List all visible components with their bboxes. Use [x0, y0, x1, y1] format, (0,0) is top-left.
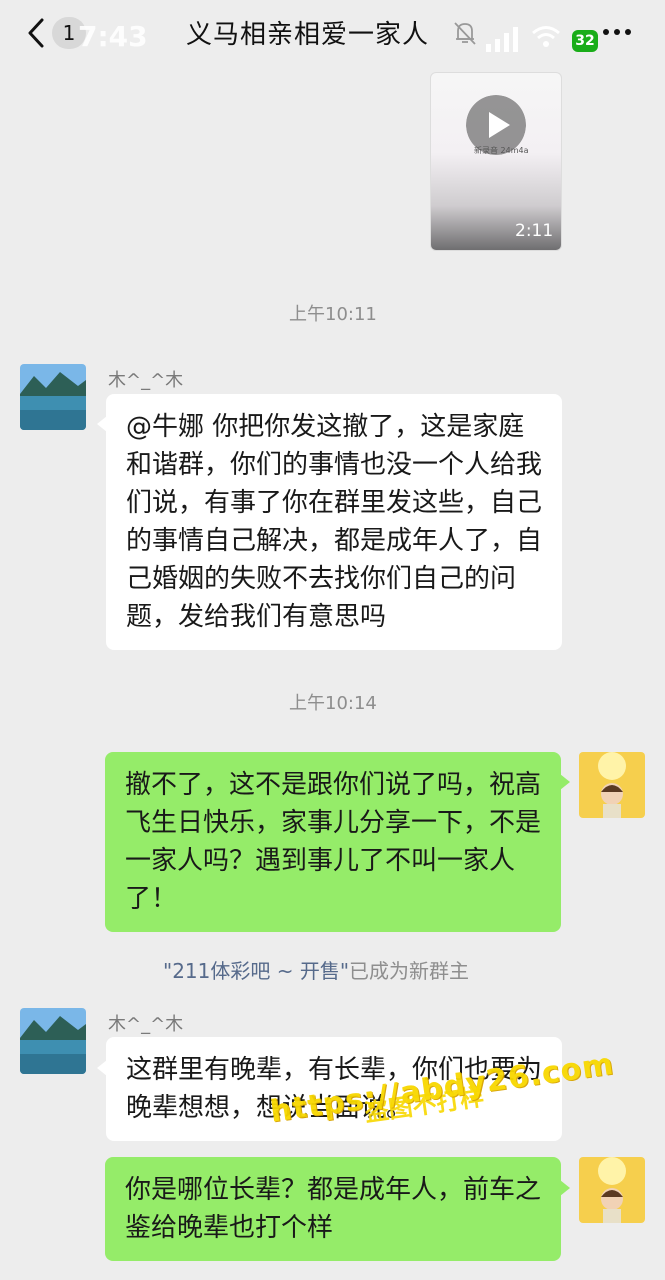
bubble-tail: [560, 1180, 570, 1196]
landscape-avatar-icon: [20, 364, 86, 430]
message-bubble[interactable]: @牛娜 你把你发这撤了，这是家庭和谐群，你们的事情也没一个人给我们说，有事了你在…: [106, 394, 562, 650]
message-bubble-self[interactable]: 撤不了，这不是跟你们说了吗，祝高飞生日快乐，家事儿分享一下，不是一家人吗？遇到事…: [105, 752, 561, 932]
landscape-avatar-icon: [20, 1008, 86, 1074]
message-timestamp: 上午10:14: [289, 693, 377, 714]
video-caption: 新录音 24m4a: [474, 146, 529, 155]
avatar[interactable]: [20, 1008, 86, 1074]
back-arrow-icon[interactable]: [20, 16, 54, 50]
system-notice-text: 已成为新群主: [349, 959, 470, 983]
battery-indicator: 32: [572, 30, 598, 52]
message-timestamp: 上午10:11: [289, 304, 377, 325]
girl-cartoon-avatar-icon: [579, 1157, 645, 1223]
girl-cartoon-avatar-icon: [579, 752, 645, 818]
chat-title: 义马相亲相爱一家人: [186, 20, 430, 50]
wifi-icon: [532, 26, 560, 47]
system-notice: "211体彩吧 ~ 开售"已成为新群主: [163, 955, 469, 984]
new-owner-name[interactable]: "211体彩吧 ~ 开售": [163, 959, 349, 983]
status-bar-time: 7:43: [78, 20, 148, 53]
sender-name: 木^_^木: [108, 1014, 184, 1035]
self-avatar[interactable]: [579, 752, 645, 818]
avatar[interactable]: [20, 364, 86, 430]
more-options-icon[interactable]: [600, 22, 634, 42]
video-message[interactable]: 新录音 24m4a 2:11: [430, 72, 562, 251]
sender-name: 木^_^木: [108, 370, 184, 391]
signal-strength-icon: [486, 27, 518, 52]
bubble-tail: [560, 774, 570, 790]
mute-bell-icon: [454, 22, 476, 45]
message-bubble-self[interactable]: 你是哪位长辈？都是成年人，前车之鉴给晚辈也打个样: [105, 1157, 561, 1261]
video-duration: 2:11: [515, 221, 554, 241]
self-avatar[interactable]: [579, 1157, 645, 1223]
